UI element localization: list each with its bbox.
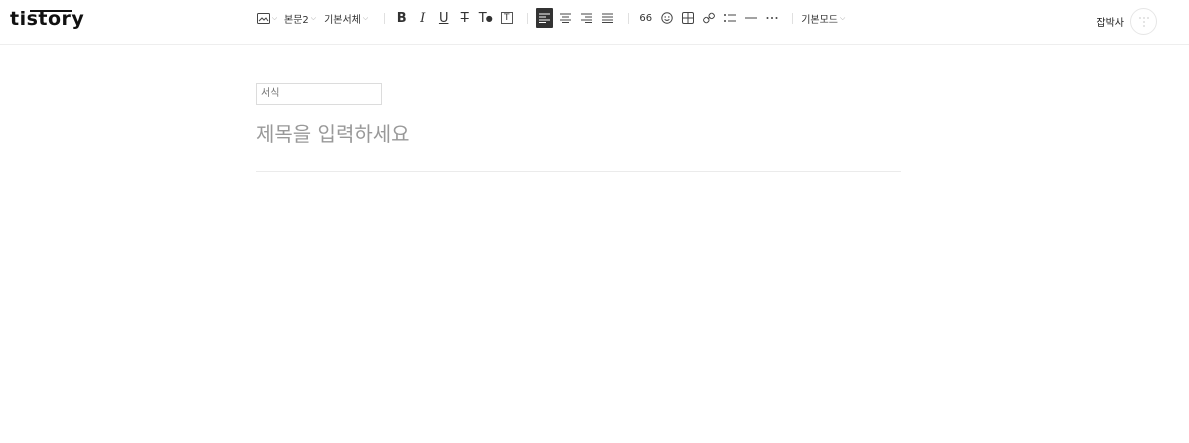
editor-header: tistory ⌵ 본문2 ⌵ 기본서체 ⌵ B I U T T ● T 66 … bbox=[0, 0, 1189, 45]
editor-mode-dropdown[interactable]: 기본모드 ⌵ bbox=[801, 8, 845, 28]
format-toolbar: ⌵ 본문2 ⌵ 기본서체 ⌵ B I U T T ● T 66 기본모드 ⌵ bbox=[256, 8, 853, 28]
chevron-down-icon: ⌵ bbox=[271, 13, 278, 22]
paragraph-style-label: 본문2 bbox=[284, 14, 309, 26]
toolbar-divider bbox=[792, 12, 794, 24]
align-right-icon bbox=[581, 13, 593, 23]
chevron-down-icon: ⌵ bbox=[310, 13, 317, 22]
tistory-dots-icon bbox=[1138, 16, 1149, 27]
color-dot-icon: ● bbox=[485, 13, 493, 23]
font-family-dropdown[interactable]: 기본서체 ⌵ bbox=[324, 8, 368, 28]
align-center-icon bbox=[560, 13, 572, 23]
paragraph-style-dropdown[interactable]: 본문2 ⌵ bbox=[284, 8, 316, 28]
more-options-button[interactable] bbox=[763, 8, 780, 28]
background-color-button[interactable]: T bbox=[498, 8, 515, 28]
toolbar-divider bbox=[628, 12, 630, 24]
avatar[interactable] bbox=[1130, 8, 1157, 35]
align-right-button[interactable] bbox=[578, 8, 595, 28]
horizontal-line-icon bbox=[744, 17, 757, 19]
insert-image-button[interactable]: ⌵ bbox=[256, 8, 278, 28]
horizontal-rule-button[interactable] bbox=[742, 8, 759, 28]
background-color-icon: T bbox=[500, 12, 513, 24]
bold-button[interactable]: B bbox=[393, 8, 410, 28]
title-input[interactable]: 제목을 입력하세요 bbox=[256, 119, 901, 149]
list-icon bbox=[723, 14, 736, 22]
align-justify-button[interactable] bbox=[599, 8, 616, 28]
title-divider bbox=[256, 170, 901, 172]
underline-button[interactable]: U bbox=[435, 8, 452, 28]
table-icon bbox=[681, 12, 694, 24]
editor-mode-label: 기본모드 bbox=[801, 14, 839, 26]
user-area: 잡박사 bbox=[1096, 8, 1157, 35]
emoticon-button[interactable] bbox=[658, 8, 675, 28]
editor-area: 제목을 입력하세요 bbox=[256, 81, 901, 172]
table-button[interactable] bbox=[679, 8, 696, 28]
align-center-button[interactable] bbox=[557, 8, 574, 28]
chevron-down-icon: ⌵ bbox=[840, 13, 846, 22]
italic-button[interactable]: I bbox=[414, 8, 431, 28]
italic-icon: I bbox=[420, 10, 426, 26]
list-button[interactable] bbox=[721, 8, 738, 28]
quote-icon: 66 bbox=[639, 12, 653, 24]
image-icon bbox=[256, 12, 270, 24]
align-left-button[interactable] bbox=[536, 8, 554, 28]
link-button[interactable] bbox=[700, 8, 717, 28]
align-left-icon bbox=[539, 13, 551, 23]
font-family-label: 기본서체 bbox=[324, 14, 361, 26]
username[interactable]: 잡박사 bbox=[1096, 14, 1124, 29]
align-justify-icon bbox=[602, 13, 614, 23]
toolbar-divider bbox=[527, 12, 529, 24]
strikethrough-button[interactable]: T bbox=[456, 8, 473, 28]
tistory-logo[interactable]: tistory bbox=[10, 8, 84, 30]
underline-icon: U bbox=[438, 10, 449, 26]
link-icon bbox=[702, 12, 715, 24]
text-color-button[interactable]: T ● bbox=[477, 8, 494, 28]
more-icon bbox=[766, 17, 778, 19]
quote-button[interactable]: 66 bbox=[637, 8, 654, 28]
toolbar-divider bbox=[384, 12, 386, 24]
logo-bar bbox=[30, 10, 72, 12]
smiley-icon bbox=[661, 12, 673, 24]
strikethrough-icon: T bbox=[460, 10, 469, 26]
bold-icon: B bbox=[396, 10, 407, 26]
chevron-down-icon: ⌵ bbox=[362, 13, 369, 22]
category-input[interactable] bbox=[256, 82, 382, 105]
